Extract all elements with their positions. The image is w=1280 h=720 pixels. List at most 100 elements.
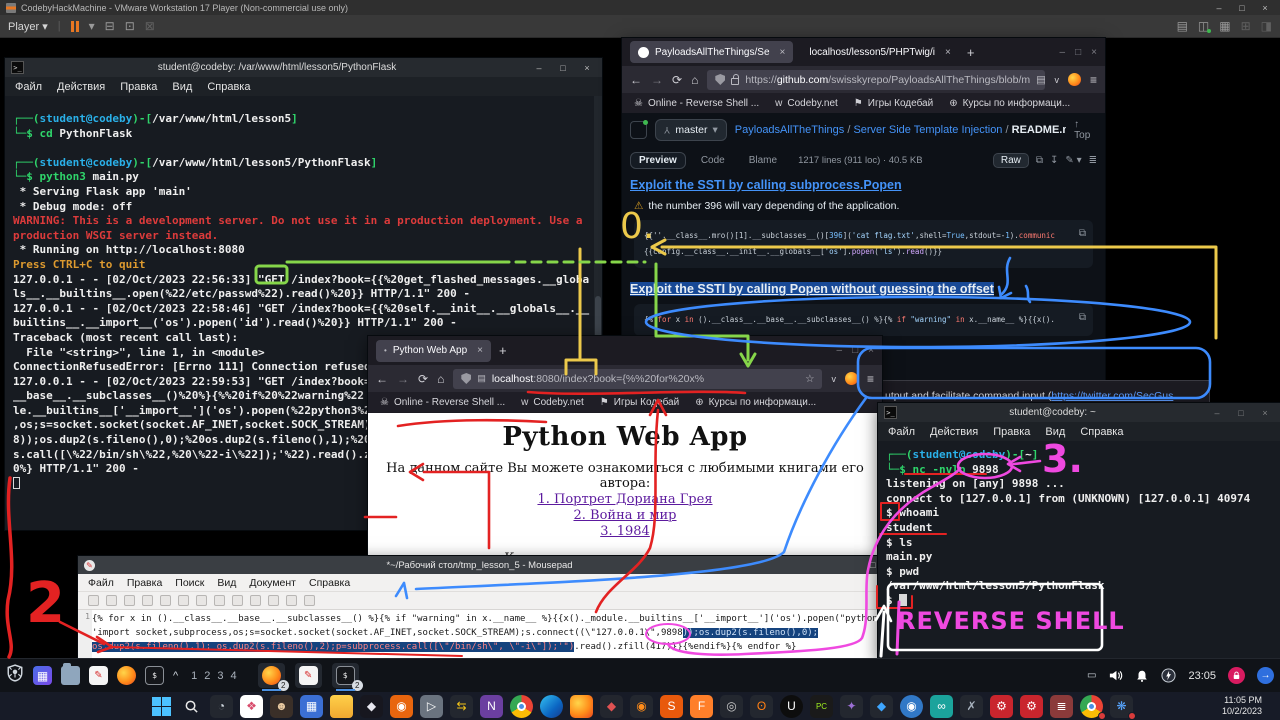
- launcher-expand-icon[interactable]: ^: [173, 670, 178, 682]
- terminal-icon[interactable]: $: [145, 666, 164, 685]
- device-icon-1[interactable]: ▤: [1177, 19, 1188, 33]
- blender[interactable]: ʘ: [750, 695, 773, 718]
- tracking-shield-icon[interactable]: [715, 74, 725, 85]
- payload-text[interactable]: {% for x in ().__class__.__base__.__subc…: [92, 610, 888, 658]
- edit-pencil-icon[interactable]: ✎ ▾: [1065, 155, 1081, 166]
- reload-icon[interactable]: ⟳: [672, 73, 682, 87]
- menu-Справка[interactable]: Справка: [207, 81, 250, 93]
- device-icon-3[interactable]: ▦: [1219, 19, 1230, 33]
- volume-icon[interactable]: [1108, 668, 1123, 683]
- app-red-stack[interactable]: ≣: [1050, 695, 1073, 718]
- app-grid-icon[interactable]: ▦: [33, 666, 52, 685]
- app-f[interactable]: F: [690, 695, 713, 718]
- menu-Поиск[interactable]: Поиск: [175, 577, 204, 589]
- maximize-button[interactable]: □: [1232, 408, 1250, 418]
- forward-icon[interactable]: →: [651, 73, 663, 87]
- tab-preview[interactable]: Preview: [630, 152, 686, 169]
- breadcrumb-folder[interactable]: Server Side Template Injection: [853, 124, 1002, 136]
- menu-hamburger-icon[interactable]: ≡: [867, 372, 874, 386]
- show-desktop-icon[interactable]: ▭: [1087, 670, 1096, 681]
- fullscreen-icon[interactable]: ⊡: [125, 19, 135, 33]
- close-button[interactable]: ×: [868, 345, 874, 356]
- terminal-output[interactable]: ┌──(student@codeby)-[~]└─$ nc -nvlp 9898…: [878, 441, 1280, 609]
- editor-running[interactable]: ✎: [295, 663, 322, 688]
- close-tab-icon[interactable]: ×: [477, 345, 483, 356]
- search-button[interactable]: [180, 695, 203, 718]
- minimize-button[interactable]: –: [1210, 3, 1228, 13]
- notifications-bell-icon[interactable]: [1135, 669, 1149, 683]
- menu-Вид[interactable]: Вид: [217, 577, 236, 589]
- menu-Справка[interactable]: Справка: [1080, 426, 1123, 438]
- minimize-button[interactable]: –: [1060, 47, 1066, 58]
- terminal-titlebar[interactable]: >_ student@codeby: /var/www/html/lesson5…: [5, 58, 602, 77]
- file-explorer[interactable]: [330, 695, 353, 718]
- close-tab-icon[interactable]: ×: [945, 47, 951, 58]
- mousepad-titlebar[interactable]: ✎ *~/Рабочий стол/tmp_lesson_5 - Mousepa…: [78, 556, 888, 574]
- breadcrumb-repo[interactable]: PayloadsAllTheThings: [735, 124, 844, 136]
- new-tab-button[interactable]: +: [499, 343, 507, 358]
- new-tab-button[interactable]: +: [967, 45, 975, 60]
- twitter-link[interactable]: https://twitter.com/SecGus: [1051, 390, 1173, 402]
- toolbar-paste-icon[interactable]: [232, 595, 243, 606]
- tracking-shield-icon[interactable]: [461, 373, 471, 384]
- home-icon[interactable]: ⌂: [437, 372, 444, 386]
- back-icon[interactable]: ←: [630, 73, 642, 87]
- maximize-button[interactable]: □: [1075, 47, 1081, 58]
- menu-Файл[interactable]: Файл: [15, 81, 42, 93]
- menu-Справка[interactable]: Справка: [309, 577, 350, 589]
- device-icon-5[interactable]: ◨: [1261, 19, 1272, 33]
- bookmark-Online - Reverse Shell ...[interactable]: ☠Online - Reverse Shell ...: [634, 98, 759, 109]
- screen-lock-icon[interactable]: [1228, 667, 1245, 684]
- toolbar-undo-icon[interactable]: [160, 595, 171, 606]
- menu-Правка[interactable]: Правка: [127, 577, 162, 589]
- bookmark-Курсы по информаци...[interactable]: ⊕Курсы по информаци...: [695, 397, 816, 408]
- text-editor-icon[interactable]: ✎: [89, 666, 108, 685]
- vm-clock[interactable]: 23:05: [1188, 670, 1216, 682]
- branch-selector[interactable]: Ymaster▾: [655, 119, 726, 141]
- menu-Действия[interactable]: Действия: [930, 426, 978, 438]
- forward-icon[interactable]: →: [397, 372, 409, 386]
- onenote[interactable]: N: [480, 695, 503, 718]
- url-bar[interactable]: https://github.com/swisskyrepo/PayloadsA…: [707, 70, 1045, 90]
- raw-button[interactable]: Raw: [993, 153, 1029, 168]
- file-manager-icon[interactable]: [61, 666, 80, 685]
- app-blade[interactable]: ✗: [960, 695, 983, 718]
- tab-python-web-app[interactable]: • Python Web App ×: [376, 340, 491, 362]
- copy-code-icon[interactable]: ⧉: [1079, 310, 1086, 326]
- chrome[interactable]: [510, 695, 533, 718]
- vs-code[interactable]: ◆: [870, 695, 893, 718]
- close-tab-icon[interactable]: ×: [780, 47, 786, 58]
- windows-clock[interactable]: 11:05 PM 10/2/2023: [1222, 695, 1270, 717]
- menu-Файл[interactable]: Файл: [888, 426, 915, 438]
- bookmark-Online - Reverse Shell ...[interactable]: ☠Online - Reverse Shell ...: [380, 397, 505, 408]
- device-icon-4[interactable]: ⊞: [1241, 19, 1251, 33]
- menu-Правка[interactable]: Правка: [120, 81, 157, 93]
- start-button[interactable]: [150, 695, 173, 718]
- minimize-button[interactable]: –: [837, 345, 843, 356]
- terminal-running[interactable]: $2: [332, 663, 359, 688]
- vmware-player[interactable]: ▷: [420, 695, 443, 718]
- file-tree-toggle-icon[interactable]: [630, 121, 647, 139]
- bookmark-Игры Кодебай[interactable]: ⚑Игры Кодебай: [854, 98, 933, 109]
- tab-blame[interactable]: Blame: [740, 152, 786, 169]
- copy-icon[interactable]: ⧉: [1036, 155, 1043, 166]
- tab-payloadsallthethings[interactable]: PayloadsAllTheThings/Se ×: [630, 41, 793, 63]
- symbols-icon[interactable]: ≣: [1089, 155, 1097, 166]
- bookmark-Codeby.net[interactable]: wCodeby.net: [521, 397, 584, 408]
- firefox[interactable]: [570, 695, 593, 718]
- pause-dropdown-icon[interactable]: ▾: [89, 19, 95, 33]
- firefox-account-icon[interactable]: [845, 372, 858, 385]
- toolbar-open-icon[interactable]: [106, 595, 117, 606]
- firefox-icon[interactable]: [117, 666, 136, 685]
- maps-app[interactable]: ◉: [900, 695, 923, 718]
- app-orange-ring[interactable]: ◉: [390, 695, 413, 718]
- toolbar-redo-icon[interactable]: [178, 595, 189, 606]
- firefox-running[interactable]: 2: [258, 663, 285, 688]
- pause-vm-button[interactable]: [71, 21, 79, 32]
- maximize-button[interactable]: □: [852, 345, 858, 356]
- player-menu[interactable]: Player ▾: [8, 20, 48, 33]
- vmware-workstation[interactable]: ⇆: [450, 695, 473, 718]
- toolbar-new-icon[interactable]: [88, 595, 99, 606]
- app-blue-flower[interactable]: ❋: [1110, 695, 1133, 718]
- pocket-icon[interactable]: v: [1054, 75, 1059, 85]
